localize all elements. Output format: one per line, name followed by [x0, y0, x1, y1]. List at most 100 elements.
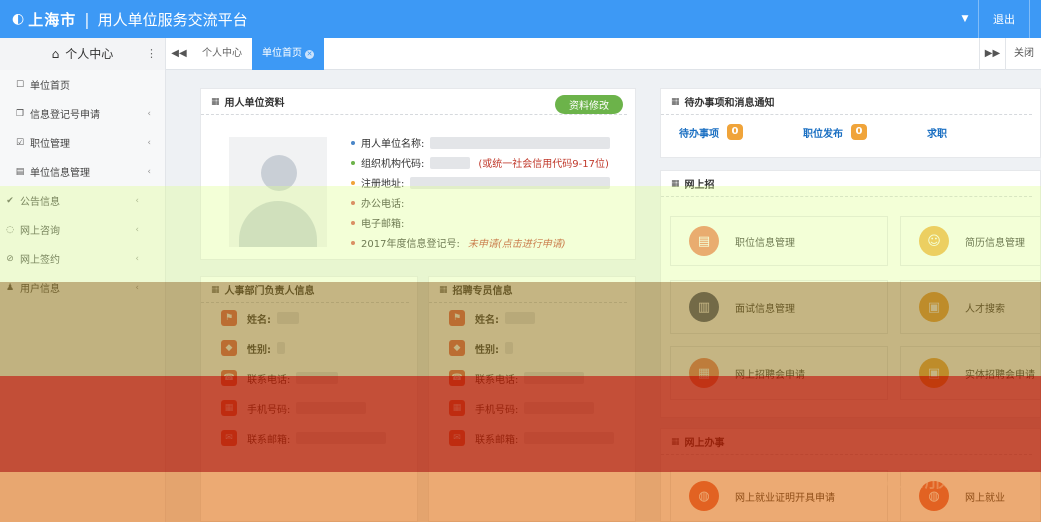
- check-square-icon: ☑: [15, 137, 25, 148]
- redacted-value: [430, 156, 471, 169]
- logout-button[interactable]: 退出: [978, 0, 1029, 38]
- user-icon: ♟: [5, 282, 15, 293]
- logo-icon: ◐: [12, 11, 25, 27]
- tab-company-home[interactable]: 单位首页 ✕: [252, 37, 324, 70]
- notices-panel: ▦ 待办事项和消息通知 待办事项 0 职位发布 0 求职: [660, 88, 1041, 158]
- chevron-left-icon: ‹: [135, 253, 139, 264]
- applicant-link[interactable]: 求职: [927, 125, 947, 140]
- chevron-left-icon: ‹: [147, 108, 151, 119]
- pencil-icon: ✔: [6, 195, 14, 206]
- close-tab-icon[interactable]: ✕: [305, 49, 314, 59]
- sidebar-item-label: 公告信息: [20, 197, 60, 208]
- panel-header: ▦ 网上招: [661, 171, 1032, 197]
- chevron-left-icon: ‹: [147, 137, 151, 148]
- talent-search-tile[interactable]: ▣ 人才搜索: [900, 280, 1041, 334]
- field-label: 组织机构代码:: [361, 159, 425, 170]
- company-name-field: 用人单位名称:: [351, 135, 611, 150]
- todo-count-badge: 0: [727, 124, 743, 140]
- grid-icon: ▦: [671, 96, 680, 107]
- redacted-value: [430, 136, 611, 149]
- redacted-value: [296, 432, 387, 444]
- resume-management-tile[interactable]: ☺ 简历信息管理: [900, 216, 1041, 266]
- sidebar-item-company-info[interactable]: ▤ 单位信息管理 ‹: [0, 157, 165, 186]
- grid-icon: ▦: [211, 284, 220, 295]
- row-label: 联系邮箱:: [247, 434, 291, 446]
- image-icon: ▣: [919, 292, 949, 322]
- sidebar-item-label: 职位管理: [30, 139, 70, 150]
- sidebar-item-registration[interactable]: ❐ 信息登记号申请 ‹: [0, 99, 165, 128]
- panel-title: 网上办事: [684, 438, 725, 449]
- tab-bar: ⌂ 个人中心 ⋮ ◀◀ 个人中心 单位首页 ✕ ▶▶ 关闭: [0, 37, 1041, 70]
- tab-scroll-left-icon[interactable]: ◀◀: [166, 48, 192, 59]
- sidebar-item-announcements[interactable]: ✔ 公告信息 ‹: [0, 186, 165, 215]
- job-management-tile[interactable]: ▤ 职位信息管理: [670, 216, 888, 266]
- recruiter-phone-row: ☎ 联系电话:: [429, 363, 635, 393]
- onsite-job-fair-tile[interactable]: ▣ 实体招聘会申请: [900, 346, 1041, 400]
- circle-icon: ◌: [6, 224, 14, 235]
- redacted-value: [505, 312, 535, 324]
- mobile-icon: ▦: [221, 400, 237, 416]
- todo-link[interactable]: 待办事项: [679, 125, 719, 140]
- top-bar: ◐ 上海市 | 用人单位服务交流平台 ▼ 退出: [0, 0, 1041, 38]
- company-info-panel: ▦ 用人单位资料 资料修改 用人单位名称: 组织机构代码: (或统一社会信用代码9-…: [200, 88, 636, 260]
- sidebar-item-label: 网上签约: [20, 255, 60, 266]
- sidebar-item-label: 用户信息: [20, 284, 60, 295]
- field-label: 电子邮箱:: [361, 219, 405, 230]
- sidebar-item-user-info[interactable]: ♟ 用户信息 ‹: [0, 273, 165, 302]
- recruiter-panel: ▦ 招聘专员信息 ⚑ 姓名: ◆ 性别: ☎ 联系电话: ▦ 手机号码: ✉ 联系邮箱:: [428, 276, 636, 522]
- redacted-value: [524, 372, 585, 384]
- registration-number-field[interactable]: 2017年度信息登记号: 未申请(点击进行申请): [351, 235, 566, 250]
- tile-label: 职位信息管理: [735, 237, 795, 249]
- panel-title: 招聘专员信息: [452, 286, 513, 297]
- chevron-left-icon: ‹: [135, 195, 139, 206]
- main-content: ▦ 用人单位资料 资料修改 用人单位名称: 组织机构代码: (或统一社会信用代码9-…: [190, 78, 1041, 522]
- close-all-tabs-button[interactable]: 关闭: [1005, 38, 1041, 70]
- sidebar-item-label: 单位首页: [30, 81, 70, 92]
- file-icon: ▤: [15, 166, 25, 177]
- sidebar-item-contract[interactable]: ⊘ 网上签约 ‹: [0, 244, 165, 273]
- mail-icon: ✉: [221, 430, 237, 446]
- sidebar: ☐ 单位首页 ❐ 信息登记号申请 ‹ ☑ 职位管理 ‹ ▤ 单位信息管理 ‹ ✔ 公告信息 ‹ ◌…: [0, 70, 166, 522]
- tab-personal-center[interactable]: 个人中心: [192, 38, 252, 70]
- tile-label: 简历信息管理: [965, 237, 1025, 249]
- apply-registration-link[interactable]: 未申请(点击进行申请): [468, 235, 566, 250]
- sidebar-item-consult[interactable]: ◌ 网上咨询 ‹: [0, 215, 165, 244]
- panel-header: ▦ 人事部门负责人信息: [201, 277, 409, 303]
- watermark: 上海就业服务中心: [820, 464, 1029, 494]
- caret-down-icon[interactable]: ▼: [952, 14, 978, 24]
- redacted-value: [524, 402, 595, 414]
- hr-name-row: ⚑ 姓名:: [201, 303, 417, 333]
- image-icon: ▣: [919, 358, 949, 388]
- job-post-link[interactable]: 职位发布: [803, 125, 843, 140]
- tile-label: 网上招聘会申请: [735, 369, 805, 381]
- org-code-field: 组织机构代码: (或统一社会信用代码9-17位): [351, 155, 609, 170]
- address-field: 注册地址:: [351, 175, 611, 190]
- sidebar-item-home[interactable]: ☐ 单位首页: [0, 70, 165, 99]
- square-icon: ☐: [15, 79, 25, 90]
- redacted-value: [524, 432, 615, 444]
- mobile-icon: ▦: [449, 400, 465, 416]
- sidebar-toggle-icon[interactable]: ⋮: [146, 47, 157, 60]
- panel-title: 用人单位资料: [224, 98, 285, 109]
- tab-scroll-right-icon[interactable]: ▶▶: [979, 38, 1005, 70]
- tile-label: 人才搜索: [965, 303, 1005, 315]
- row-label: 性别:: [475, 344, 499, 356]
- grid-icon: ▦: [671, 178, 680, 189]
- tile-label: 实体招聘会申请: [965, 369, 1035, 381]
- interview-management-tile[interactable]: ▥ 面试信息管理: [670, 280, 888, 334]
- edit-profile-button[interactable]: 资料修改: [555, 95, 623, 114]
- notices-row: 待办事项 0 职位发布 0 求职: [661, 115, 1040, 149]
- copy-icon: ❐: [15, 108, 25, 119]
- logo[interactable]: ◐ 上海市 | 用人单位服务交流平台: [0, 0, 248, 38]
- link-icon: ⊘: [6, 253, 14, 264]
- redacted-value: [410, 176, 611, 189]
- sidebar-item-label: 单位信息管理: [30, 168, 90, 179]
- sidebar-item-jobs[interactable]: ☑ 职位管理 ‹: [0, 128, 165, 157]
- phone-icon: ☎: [449, 370, 465, 386]
- redacted-value: [277, 312, 299, 324]
- people-icon: ☺: [919, 226, 949, 256]
- flag-icon: ⚑: [221, 310, 237, 326]
- online-job-fair-tile[interactable]: ▦ 网上招聘会申请: [670, 346, 888, 400]
- bar-chart-icon: ▥: [689, 292, 719, 322]
- field-label: 2017年度信息登记号:: [361, 239, 460, 250]
